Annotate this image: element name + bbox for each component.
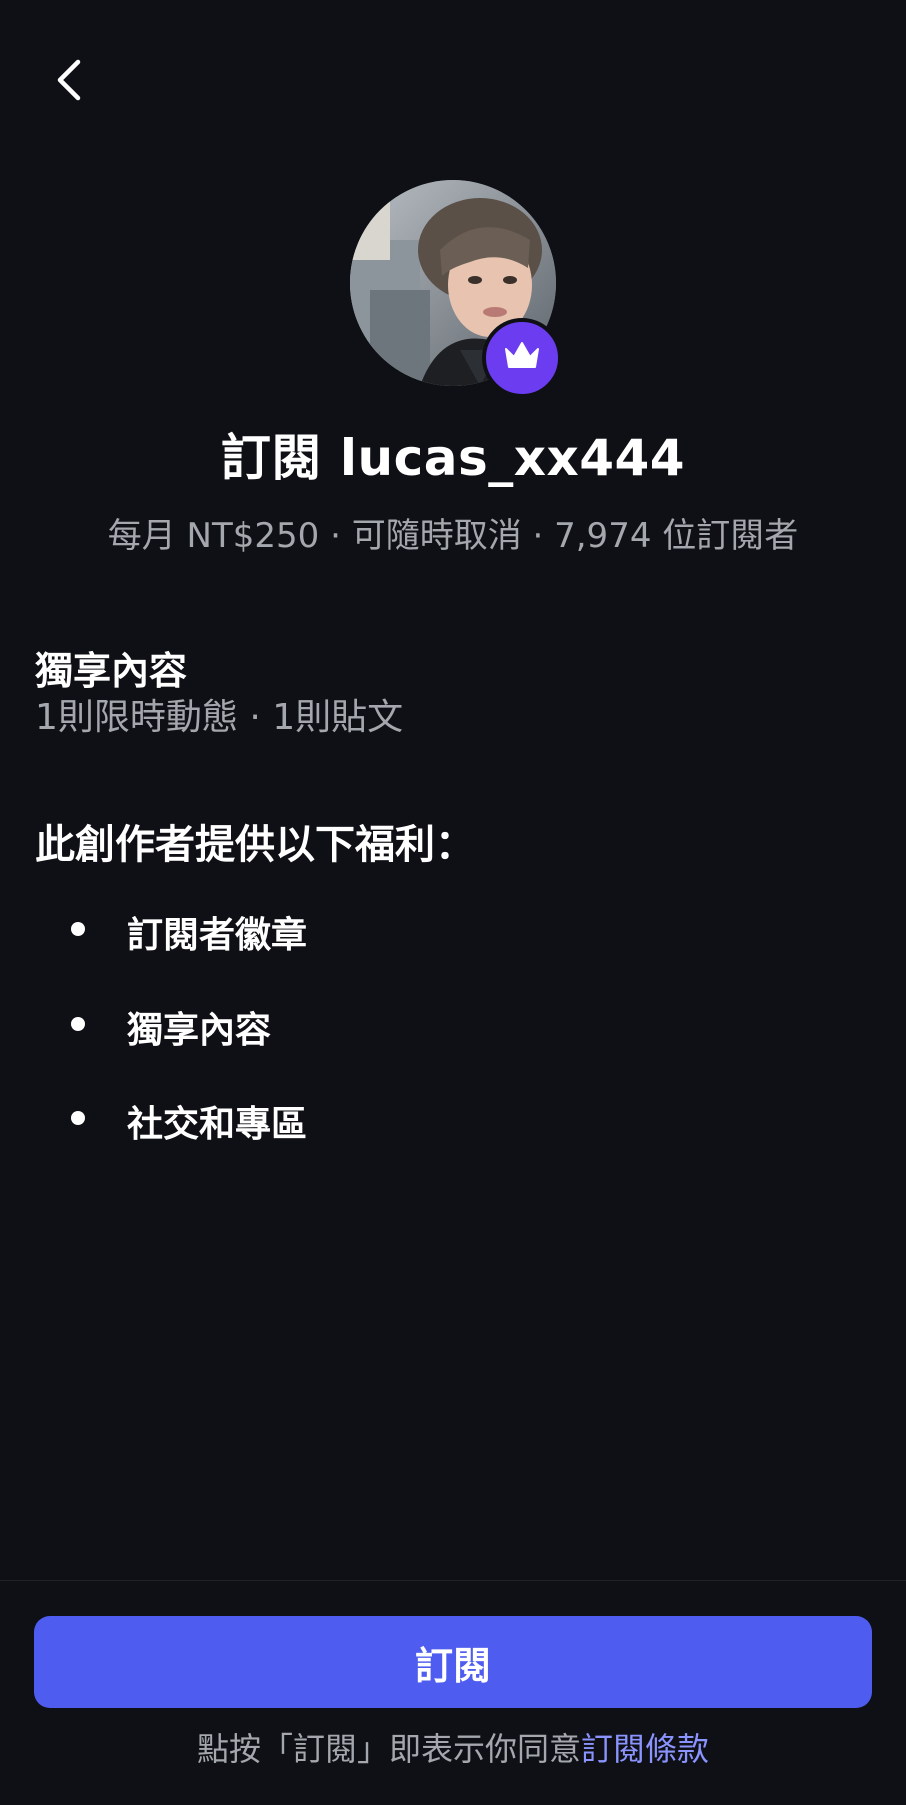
terms-link[interactable]: 訂閱條款 xyxy=(581,1730,709,1768)
subscribe-button[interactable]: 訂閱 xyxy=(34,1616,872,1708)
subscription-summary: 每月 NT$250 · 可隨時取消 · 7,974 位訂閱者 xyxy=(107,516,799,556)
exclusive-content-heading: 獨享內容 xyxy=(35,649,188,693)
bullet-icon xyxy=(71,1017,85,1031)
benefit-item-exclusive-content: 獨享內容 xyxy=(0,995,906,1055)
crown-icon xyxy=(502,339,542,377)
terms-notice: 點按「訂閱」即表示你同意訂閱條款 xyxy=(0,1724,906,1770)
benefit-item-badge: 訂閱者徽章 xyxy=(0,900,906,960)
benefits-heading: 此創作者提供以下福利： xyxy=(35,822,475,868)
benefit-label: 訂閱者徽章 xyxy=(127,915,308,956)
terms-prefix: 點按「訂閱」即表示你同意 xyxy=(196,1730,581,1768)
benefit-label: 社交和專區 xyxy=(127,1104,308,1145)
footer-divider xyxy=(0,1580,906,1581)
bullet-icon xyxy=(71,922,85,936)
page-title: 訂閱 lucas_xx444 xyxy=(220,429,686,487)
back-button[interactable] xyxy=(44,56,96,108)
creator-avatar-group xyxy=(350,180,562,398)
subscriber-crown-badge xyxy=(482,318,562,398)
bullet-icon xyxy=(71,1111,85,1125)
benefit-item-social-zone: 社交和專區 xyxy=(0,1089,906,1149)
exclusive-content-detail: 1則限時動態 · 1則貼文 xyxy=(35,697,404,738)
benefit-label: 獨享內容 xyxy=(127,1010,272,1051)
chevron-left-icon xyxy=(50,56,90,108)
